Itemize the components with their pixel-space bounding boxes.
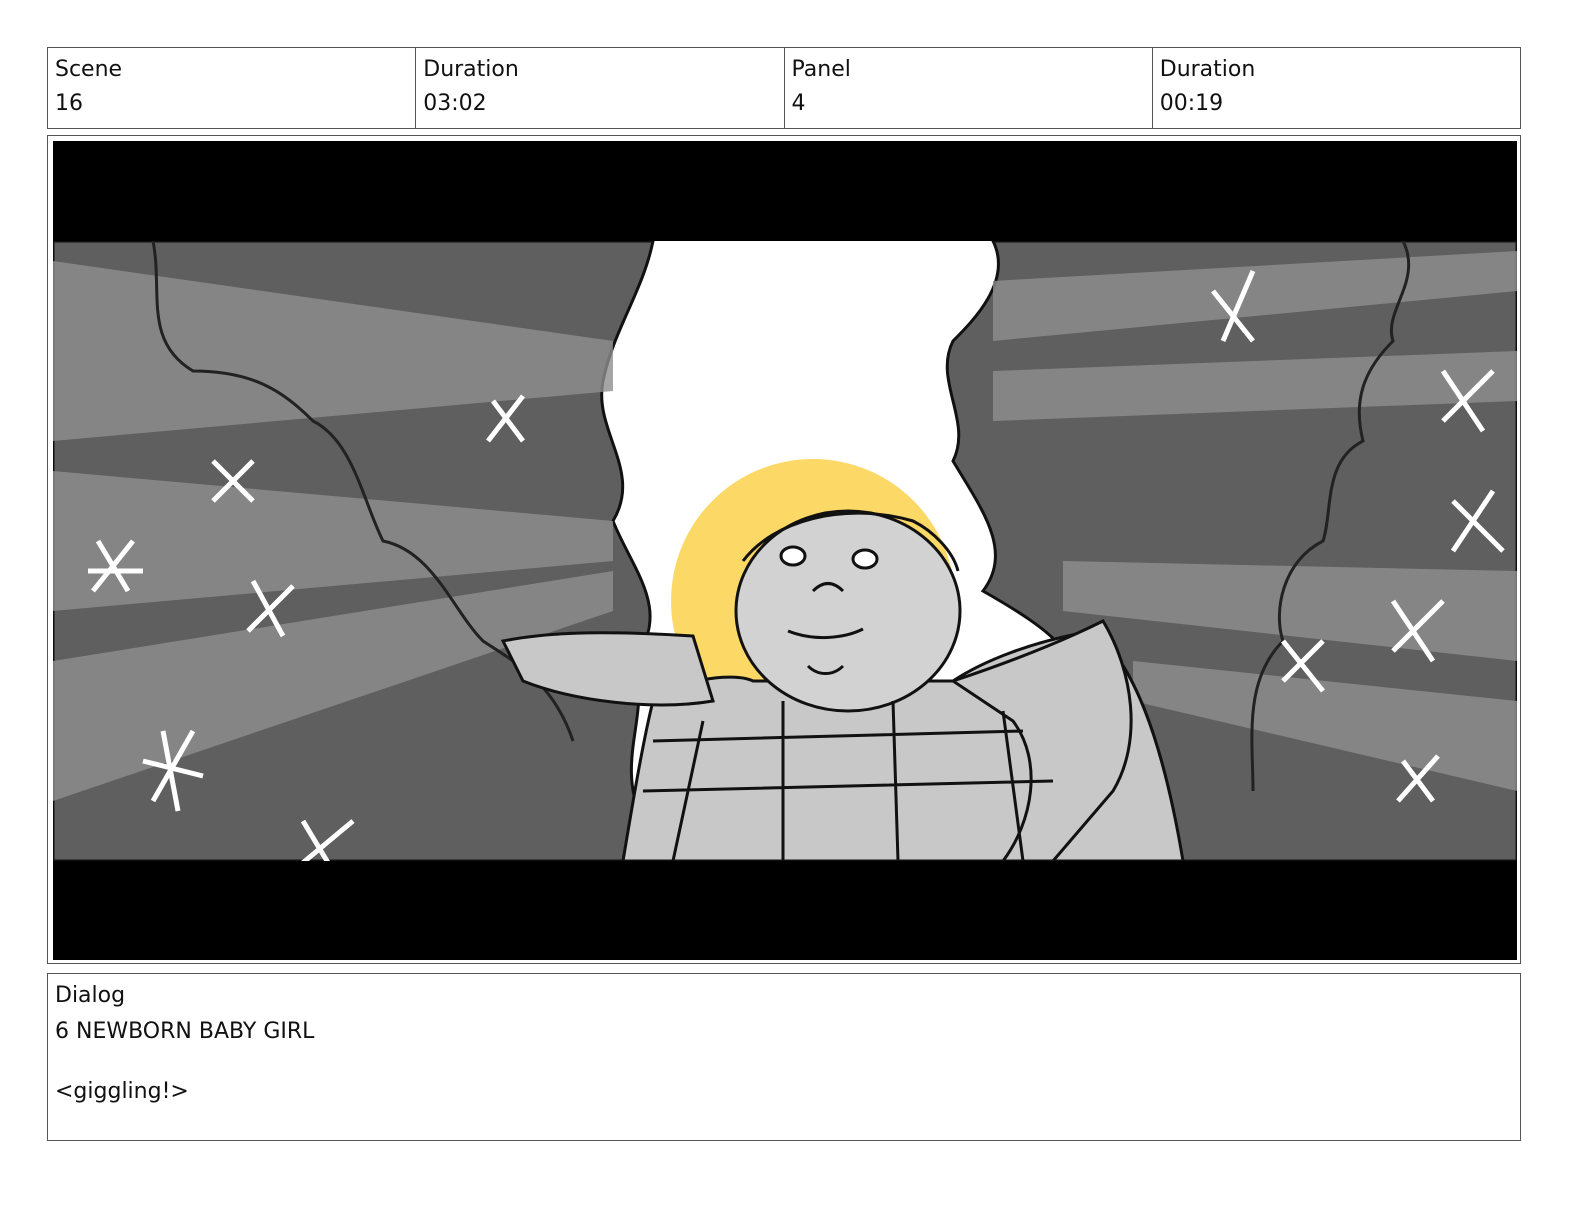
panel-duration-cell: Duration 00:19 bbox=[1153, 48, 1520, 128]
baby-right-eye bbox=[851, 548, 879, 570]
dialog-line: 6 NEWBORN BABY GIRL bbox=[55, 1019, 315, 1044]
panel-cell: Panel 4 bbox=[785, 48, 1153, 128]
storyboard-sketch bbox=[53, 141, 1517, 960]
dialog-line: <giggling!> bbox=[55, 1079, 189, 1104]
letterbox-top bbox=[53, 141, 1517, 241]
storyboard-frame bbox=[47, 135, 1521, 964]
scene-cell: Scene 16 bbox=[48, 48, 417, 128]
scene-label: Scene bbox=[55, 57, 123, 82]
scene-duration-cell: Duration 03:02 bbox=[416, 48, 785, 128]
panel-label: Panel bbox=[791, 57, 851, 82]
letterbox-bottom bbox=[53, 861, 1517, 960]
dialog-box: Dialog 6 NEWBORN BABY GIRL <giggling!> bbox=[47, 973, 1521, 1141]
baby-face bbox=[734, 509, 962, 713]
baby-left-eye bbox=[779, 545, 807, 567]
scene-duration-value: 03:02 bbox=[423, 91, 487, 116]
scene-value: 16 bbox=[55, 91, 83, 116]
panel-duration-value: 00:19 bbox=[1159, 91, 1224, 116]
panel-info-header: Scene 16 Duration 03:02 Panel 4 Duration… bbox=[47, 47, 1521, 129]
dialog-line bbox=[55, 1047, 1520, 1077]
dialog-label: Dialog bbox=[55, 983, 126, 1008]
panel-duration-label: Duration bbox=[1159, 57, 1256, 82]
scene-duration-label: Duration bbox=[423, 57, 519, 82]
panel-value: 4 bbox=[791, 91, 806, 116]
